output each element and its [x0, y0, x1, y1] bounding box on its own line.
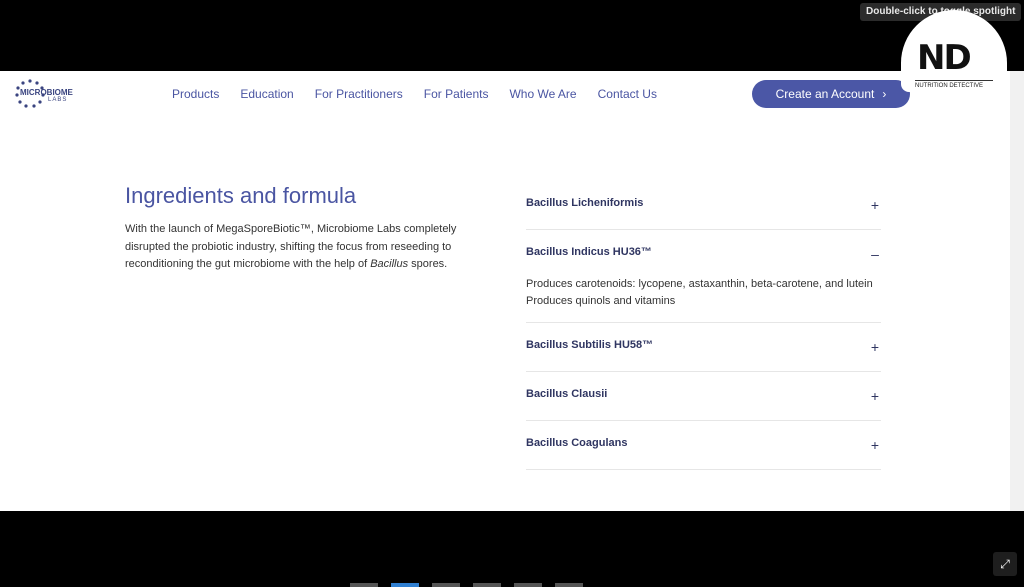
section-title: Ingredients and formula	[125, 183, 357, 208]
chevron-right-icon: ›	[882, 87, 887, 101]
section-body: With the launch of MegaSporeBiotic™, Mic…	[125, 221, 485, 274]
plus-icon[interactable]: +	[869, 438, 881, 452]
accordion-title: Bacillus Indicus HU36™	[526, 246, 652, 258]
nd-logo-mark: ND	[917, 38, 972, 78]
section-body-italic: Bacillus	[370, 258, 409, 270]
logo-wordmark: MICROBIOME	[20, 88, 73, 97]
plus-icon[interactable]: +	[869, 198, 881, 212]
slide-thumbnail-strip	[350, 583, 596, 587]
expand-icon: ⤢	[1000, 556, 1010, 571]
logo-subtext: LABS	[48, 97, 68, 103]
slide-thumbnail[interactable]	[473, 583, 501, 587]
accordion-item[interactable]: Bacillus Licheniformis +	[526, 181, 881, 230]
accordion-title: Bacillus Licheniformis	[526, 197, 644, 209]
accordion-title: Bacillus Subtilis HU58™	[526, 339, 654, 351]
main-nav: Products Education For Practitioners For…	[172, 87, 678, 101]
slide-thumbnail[interactable]	[555, 583, 583, 587]
fullscreen-button[interactable]: ⤢	[993, 552, 1017, 576]
site-header: MICROBIOME LABS Products Education For P…	[0, 71, 1010, 117]
accordion-header[interactable]: Bacillus Subtilis HU58™ +	[526, 323, 881, 371]
accordion-content: Produces carotenoids: lycopene, astaxant…	[526, 276, 881, 322]
nav-who-we-are[interactable]: Who We Are	[509, 87, 576, 101]
section-body-suffix: spores.	[408, 258, 448, 270]
page-scrollbar[interactable]: ▲ ▼	[1010, 71, 1024, 511]
accordion-item[interactable]: Bacillus Clausii +	[526, 372, 881, 421]
accordion-header[interactable]: Bacillus Indicus HU36™ –	[526, 230, 881, 276]
webpage-viewport: MICROBIOME LABS Products Education For P…	[0, 71, 1024, 511]
plus-icon[interactable]: +	[869, 389, 881, 403]
accordion-title: Bacillus Clausii	[526, 388, 608, 400]
accordion-header[interactable]: Bacillus Clausii +	[526, 372, 881, 420]
accordion-line: Produces carotenoids: lycopene, astaxant…	[526, 278, 873, 290]
create-account-button[interactable]: Create an Account ›	[752, 80, 910, 108]
badge-divider	[915, 80, 993, 81]
accordion-header[interactable]: Bacillus Coagulans +	[526, 421, 881, 469]
slide-thumbnail-active[interactable]	[391, 583, 419, 587]
accordion-header[interactable]: Bacillus Licheniformis +	[526, 181, 881, 229]
accordion-line: Produces quinols and vitamins	[526, 295, 676, 307]
slide-thumbnail[interactable]	[432, 583, 460, 587]
bottom-letterbox	[0, 511, 1024, 587]
ingredients-accordion: Bacillus Licheniformis + Bacillus Indicu…	[526, 181, 881, 470]
slide-thumbnail[interactable]	[514, 583, 542, 587]
nav-for-patients[interactable]: For Patients	[424, 87, 489, 101]
accordion-title: Bacillus Coagulans	[526, 437, 628, 449]
nd-logo-label: NUTRITION DETECTIVE	[915, 83, 984, 89]
minus-icon[interactable]: –	[869, 247, 881, 261]
slide-thumbnail[interactable]	[350, 583, 378, 587]
microbiome-labs-logo[interactable]: MICROBIOME LABS	[15, 79, 77, 109]
create-account-label: Create an Account	[775, 87, 875, 101]
nav-for-practitioners[interactable]: For Practitioners	[315, 87, 403, 101]
accordion-item[interactable]: Bacillus Subtilis HU58™ +	[526, 323, 881, 372]
nav-contact-us[interactable]: Contact Us	[598, 87, 657, 101]
plus-icon[interactable]: +	[869, 340, 881, 354]
nav-education[interactable]: Education	[240, 87, 293, 101]
accordion-item[interactable]: Bacillus Coagulans +	[526, 421, 881, 470]
nav-products[interactable]: Products	[172, 87, 219, 101]
accordion-item[interactable]: Bacillus Indicus HU36™ – Produces carote…	[526, 230, 881, 323]
top-letterbox: Double-click to toggle spotlight	[0, 0, 1024, 71]
